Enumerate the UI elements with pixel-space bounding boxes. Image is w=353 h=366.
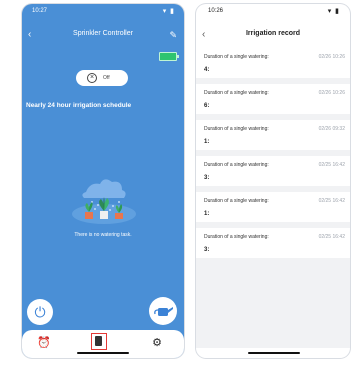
- page-title: Sprinkler Controller: [73, 30, 133, 37]
- status-time: 10:27: [32, 8, 48, 14]
- battery-icon: [159, 52, 179, 61]
- list-item[interactable]: Duration of a single watering: 02/25 16:…: [196, 156, 350, 186]
- record-time: 02/25 16:42: [318, 198, 345, 204]
- list-item[interactable]: Duration of a single watering: 02/26 09:…: [196, 120, 350, 150]
- record-value: 4:: [204, 67, 210, 73]
- alarm-clock-icon[interactable]: ⏰: [37, 337, 51, 349]
- record-time: 02/26 10:26: [318, 54, 345, 60]
- record-time: 02/26 10:26: [318, 90, 345, 96]
- record-title: Duration of a single watering:: [204, 90, 269, 96]
- power-icon: ⏻: [34, 304, 46, 320]
- title-bar: ‹ Sprinkler Controller ✎: [22, 28, 184, 44]
- record-tab-button[interactable]: [91, 333, 107, 350]
- record-time: 02/26 09:32: [318, 126, 345, 132]
- page-title: Irrigation record: [245, 30, 301, 37]
- list-item[interactable]: Duration of a single watering: 02/25 16:…: [196, 192, 350, 222]
- switch-label: Off: [103, 75, 110, 81]
- record-title: Duration of a single watering:: [204, 234, 269, 240]
- record-title: Duration of a single watering:: [204, 126, 269, 132]
- close-circle-icon: ×: [87, 73, 97, 83]
- record-value: 6:: [204, 103, 210, 109]
- watering-can-icon: [154, 307, 173, 316]
- status-icons: ▾ ▮: [327, 8, 340, 15]
- record-time: 02/25 16:42: [318, 234, 345, 240]
- record-time: 02/25 16:42: [318, 162, 345, 168]
- edit-icon[interactable]: ✎: [169, 28, 177, 42]
- list-item[interactable]: Duration of a single watering: 02/26 10:…: [196, 48, 350, 78]
- plants-rain-illustration: [72, 179, 136, 224]
- home-indicator: [248, 352, 300, 354]
- record-value: 1:: [204, 139, 210, 145]
- record-title: Duration of a single watering:: [204, 162, 269, 168]
- record-icon: [95, 336, 102, 346]
- gear-icon[interactable]: ⚙: [152, 336, 162, 349]
- title-bar: ‹ Irrigation record: [196, 28, 350, 44]
- status-icons: ▾ ▮: [162, 8, 175, 15]
- status-bar: 10:27 ▾ ▮: [22, 4, 184, 18]
- empty-state-message: There is no watering task.: [74, 232, 132, 238]
- record-value: 3:: [204, 247, 210, 253]
- home-indicator: [77, 352, 129, 354]
- record-value: 3:: [204, 175, 210, 181]
- record-title: Duration of a single watering:: [204, 54, 269, 60]
- record-value: 1:: [204, 211, 210, 217]
- irrigation-record-screen: 10:26 ▾ ▮ ‹ Irrigation record Duration o…: [196, 4, 350, 358]
- power-button[interactable]: ⏻: [27, 299, 53, 325]
- list-item[interactable]: Duration of a single watering: 02/25 16:…: [196, 228, 350, 258]
- record-list: Duration of a single watering: 02/26 10:…: [196, 48, 350, 348]
- screenshot-stage: 10:27 ▾ ▮ ‹ Sprinkler Controller ✎ × Off…: [0, 0, 353, 366]
- schedule-label: Nearly 24 hour irrigation schedule: [26, 102, 132, 109]
- list-item[interactable]: Duration of a single watering: 02/26 10:…: [196, 84, 350, 114]
- power-switch-button[interactable]: × Off: [76, 70, 128, 86]
- record-title: Duration of a single watering:: [204, 198, 269, 204]
- bottom-navigation: ⏰ ⚙: [22, 330, 184, 358]
- watering-button[interactable]: [149, 297, 177, 325]
- status-time: 10:26: [208, 8, 224, 14]
- sprinkler-controller-screen: 10:27 ▾ ▮ ‹ Sprinkler Controller ✎ × Off…: [22, 4, 184, 358]
- status-bar: 10:26 ▾ ▮: [196, 4, 350, 18]
